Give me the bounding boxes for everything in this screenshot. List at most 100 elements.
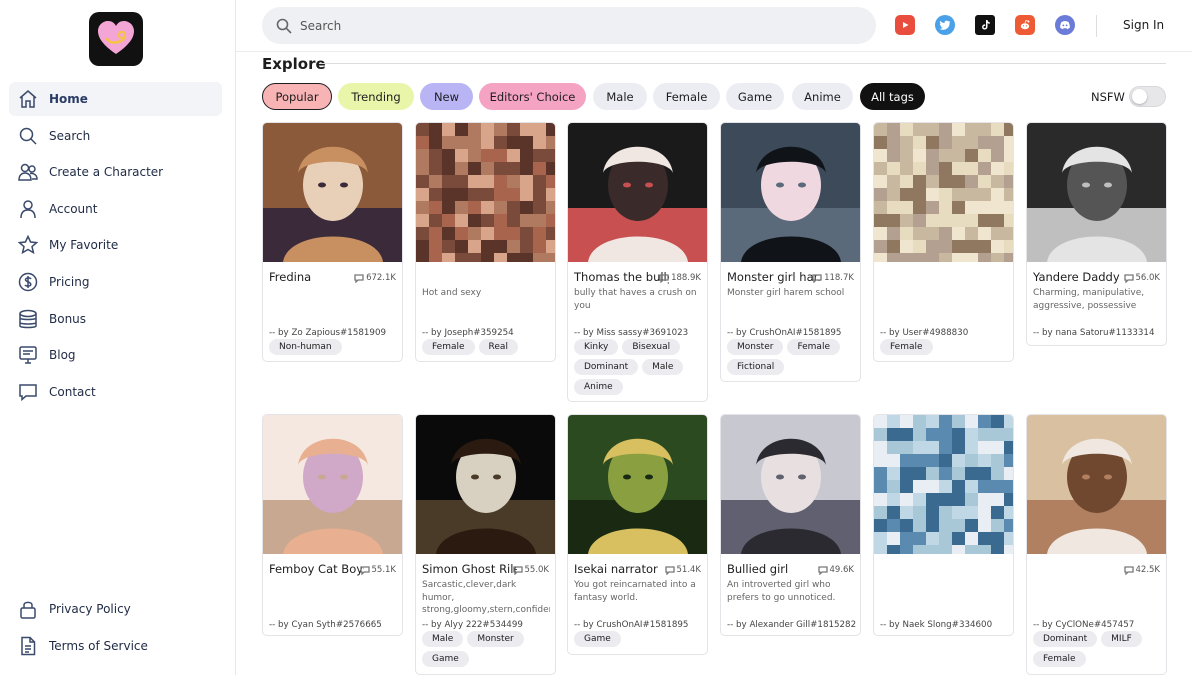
chat-count: 55.1K [359, 565, 396, 575]
character-tag[interactable]: Monster [467, 631, 524, 647]
character-name: Yandere Daddy [1033, 270, 1120, 284]
character-tag[interactable]: Male [642, 359, 684, 375]
chat-count-value: 672.1K [366, 273, 396, 283]
character-tag[interactable]: Female [880, 339, 933, 355]
sign-in-button[interactable]: Sign In [1123, 18, 1164, 32]
character-tag[interactable]: Dominant [1033, 631, 1098, 647]
character-description: Charming, manipulative, aggressive, poss… [1033, 288, 1145, 311]
sidebar-item-privacy-policy[interactable]: Privacy Policy [9, 592, 222, 626]
character-tag[interactable]: Game [422, 651, 469, 667]
character-tag[interactable]: Male [422, 631, 464, 647]
sidebar-bottom-nav: Privacy Policy Terms of Service [9, 592, 222, 665]
character-tag[interactable]: Female [787, 339, 840, 355]
character-card[interactable]: Hot and sexy -- by Joseph#359254 Female Rea… [415, 122, 556, 362]
sidebar-item-label: Home [49, 92, 88, 106]
chat-count-icon [817, 566, 828, 575]
character-author[interactable]: -- by Joseph#359254 [422, 328, 514, 338]
character-tag[interactable]: Female [422, 339, 475, 355]
character-author[interactable]: -- by nana Satoru#1133314 [1033, 328, 1154, 338]
character-card[interactable]: Femboy Cat Boys 55.1K -- by Cyan Syth#2576… [262, 414, 403, 636]
character-card[interactable]: Bullied girl 49.6K An introverted girl who… [720, 414, 861, 636]
character-tag[interactable]: MILF [1101, 631, 1142, 647]
tag-trending[interactable]: Trending [338, 83, 414, 110]
character-card[interactable]: Isekai narrator 51.4K You got reincarnated… [567, 414, 708, 655]
character-tag[interactable]: Game [574, 631, 621, 647]
character-tag[interactable]: Monster [727, 339, 784, 355]
character-tag[interactable]: Anime [574, 379, 623, 395]
tag-male[interactable]: Male [593, 83, 647, 110]
tag-new[interactable]: New [420, 83, 473, 110]
character-card[interactable]: 42.5K -- by CyClONe#457457 Dominant MILF Fem… [1026, 414, 1167, 675]
character-tag[interactable]: Fictional [727, 359, 785, 375]
character-image [1027, 123, 1166, 262]
character-tags: Game [574, 631, 706, 647]
sidebar-item-blog[interactable]: Blog [9, 338, 222, 372]
chat-count-icon [359, 566, 370, 575]
tag-all-tags[interactable]: All tags [860, 83, 925, 110]
character-author[interactable]: -- by CrushOnAI#1581895 [727, 328, 841, 338]
dollar-icon [17, 271, 39, 293]
tiktok-link[interactable] [975, 15, 995, 35]
users-icon [17, 161, 39, 183]
character-tag[interactable]: Real [478, 339, 518, 355]
sidebar-item-account[interactable]: Account [9, 192, 222, 226]
chat-count: 42.5K [1123, 565, 1160, 575]
app-logo[interactable] [89, 12, 143, 66]
character-tag[interactable]: Dominant [574, 359, 639, 375]
search-bar[interactable] [262, 7, 876, 44]
discord-link[interactable] [1055, 15, 1075, 35]
character-card[interactable]: Simon Ghost Riley 55.0K Sarcastic,clever,d… [415, 414, 556, 675]
nsfw-toggle[interactable] [1129, 86, 1166, 107]
search-input[interactable] [300, 18, 840, 33]
reddit-link[interactable] [1015, 15, 1035, 35]
character-image-blurred [416, 123, 555, 262]
tag-editors-choice[interactable]: Editors' Choice [479, 83, 586, 110]
character-card[interactable]: -- by User#4988830 Female [873, 122, 1014, 362]
character-tag[interactable]: Female [1033, 651, 1086, 667]
sidebar-item-label: Search [49, 128, 91, 143]
sidebar-item-search[interactable]: Search [9, 119, 222, 153]
character-image [263, 123, 402, 262]
character-name: Bullied girl [727, 562, 789, 576]
tag-game[interactable]: Game [726, 83, 784, 110]
tag-anime[interactable]: Anime [792, 83, 853, 110]
character-image [416, 415, 555, 554]
document-icon [17, 635, 39, 657]
character-card[interactable]: -- by Naek Slong#334600 [873, 414, 1014, 636]
discord-icon [1060, 21, 1070, 30]
star-icon [17, 234, 39, 256]
sidebar-item-bonus[interactable]: Bonus [9, 302, 222, 336]
tag-popular[interactable]: Popular [262, 83, 332, 110]
youtube-link[interactable] [895, 15, 915, 35]
character-tag[interactable]: Bisexual [622, 339, 681, 355]
character-author[interactable]: -- by Zo Zapious#1581909 [269, 328, 386, 338]
character-author[interactable]: -- by User#4988830 [880, 328, 968, 338]
character-tag[interactable]: Non-human [269, 339, 342, 355]
coins-icon [17, 308, 39, 330]
character-author[interactable]: -- by Miss sassy#3691023 [574, 328, 688, 338]
character-image [568, 415, 707, 554]
character-author[interactable]: -- by Cyan Syth#2576665 [269, 620, 382, 630]
character-name: Femboy Cat Boys [269, 562, 364, 576]
character-author[interactable]: -- by CrushOnAI#1581895 [574, 620, 688, 630]
sidebar-item-pricing[interactable]: Pricing [9, 265, 222, 299]
sidebar-item-favorite[interactable]: My Favorite [9, 228, 222, 262]
chat-icon [17, 381, 39, 403]
sidebar-item-label: Contact [49, 384, 96, 399]
character-tag[interactable]: Kinky [574, 339, 619, 355]
tag-female[interactable]: Female [653, 83, 720, 110]
character-author[interactable]: -- by Naek Slong#334600 [880, 620, 992, 630]
character-author[interactable]: -- by CyClONe#457457 [1033, 620, 1134, 630]
sidebar-item-home[interactable]: Home [9, 82, 222, 116]
character-card[interactable]: Thomas the bully 188.9K bully that haves a… [567, 122, 708, 402]
sidebar-item-contact[interactable]: Contact [9, 375, 222, 409]
character-card[interactable]: Monster girl har... 118.7K Monster girl ha… [720, 122, 861, 382]
sidebar-item-create-character[interactable]: Create a Character [9, 155, 222, 189]
character-author[interactable]: -- by Alexander Gill#1815282 [727, 620, 856, 630]
character-author[interactable]: -- by Alyy 222#534499 [422, 620, 523, 630]
character-card[interactable]: Fredina 672.1K -- by Zo Zapious#1581909 Non… [262, 122, 403, 362]
twitter-link[interactable] [935, 15, 955, 35]
character-card[interactable]: Yandere Daddy 56.0K Charming, manipulative… [1026, 122, 1167, 346]
character-description: Sarcastic,clever,dark humor, strong,gloo… [422, 580, 550, 615]
sidebar-item-terms-of-service[interactable]: Terms of Service [9, 629, 222, 663]
